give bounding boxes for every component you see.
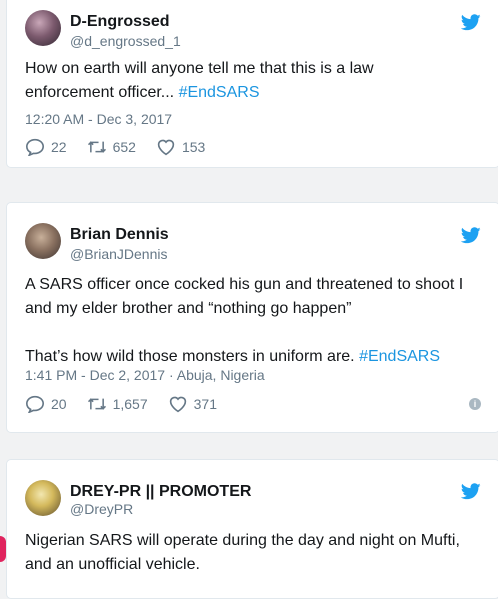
avatar[interactable] <box>25 480 61 516</box>
like-button[interactable]: 371 <box>168 395 217 413</box>
display-name[interactable]: D-Engrossed <box>70 13 170 31</box>
retweet-count: 1,657 <box>112 396 148 412</box>
tweet-text: How on earth will anyone tell me that th… <box>25 57 485 105</box>
avatar[interactable] <box>25 10 61 46</box>
meta-separator: · <box>168 367 177 383</box>
reply-count: 20 <box>51 396 67 412</box>
reply-button[interactable]: 20 <box>25 395 67 413</box>
retweet-button[interactable]: 652 <box>87 138 136 156</box>
tweet-text-line: How on earth will anyone tell me that th… <box>25 60 374 77</box>
like-count: 153 <box>181 139 206 155</box>
tweet-text: A SARS officer once cocked his gun and t… <box>25 273 485 369</box>
timestamp[interactable]: 12:20 AM - Dec 3, 2017 <box>25 111 172 127</box>
handle[interactable]: @d_engrossed_1 <box>70 33 181 49</box>
handle[interactable]: @DreyPR <box>70 501 133 517</box>
retweet-button[interactable]: 1,657 <box>87 395 148 413</box>
twitter-bird-icon[interactable] <box>461 483 481 500</box>
heart-icon <box>157 139 175 156</box>
hashtag-link[interactable]: #EndSARS <box>179 84 260 101</box>
notification-tab[interactable] <box>0 536 6 562</box>
location[interactable]: Abuja, Nigeria <box>177 367 265 383</box>
twitter-bird-icon[interactable] <box>461 227 481 244</box>
twitter-bird-icon[interactable] <box>461 14 481 31</box>
reply-icon <box>25 395 45 413</box>
handle[interactable]: @BrianJDennis <box>70 246 167 262</box>
retweet-icon <box>87 398 106 410</box>
tweet-meta: 1:41 PM - Dec 2, 2017 · Abuja, Nigeria <box>25 367 265 383</box>
tweet-paragraph: That’s how wild those monsters in unifor… <box>25 348 360 365</box>
tweet-card: D-Engrossed @d_engrossed_1 How on earth … <box>6 0 498 168</box>
tweet-text-line: enforcement officer... <box>25 84 179 101</box>
avatar[interactable] <box>25 223 61 259</box>
retweet-icon <box>87 141 106 153</box>
timestamp[interactable]: 1:41 PM - Dec 2, 2017 <box>25 367 165 383</box>
tweet-card: DREY-PR || PROMOTER @DreyPR Nigerian SAR… <box>6 459 498 599</box>
tweet-paragraph: A SARS officer once cocked his gun and t… <box>25 276 464 317</box>
reply-button[interactable]: 22 <box>25 138 67 156</box>
reply-count: 22 <box>51 139 67 155</box>
reply-icon <box>25 138 45 156</box>
hashtag-link[interactable]: #EndSARS <box>359 348 440 365</box>
heart-icon <box>169 396 186 413</box>
action-bar: 22 652 153 <box>25 137 225 157</box>
display-name[interactable]: DREY-PR || PROMOTER <box>70 483 251 501</box>
info-icon[interactable]: i <box>469 398 481 410</box>
retweet-count: 652 <box>112 139 136 155</box>
like-count: 371 <box>193 396 217 412</box>
action-bar: 20 1,657 371 <box>25 394 237 414</box>
like-button[interactable]: 153 <box>156 138 205 156</box>
display-name[interactable]: Brian Dennis <box>70 226 169 244</box>
tweet-card: Brian Dennis @BrianJDennis A SARS office… <box>6 202 498 433</box>
